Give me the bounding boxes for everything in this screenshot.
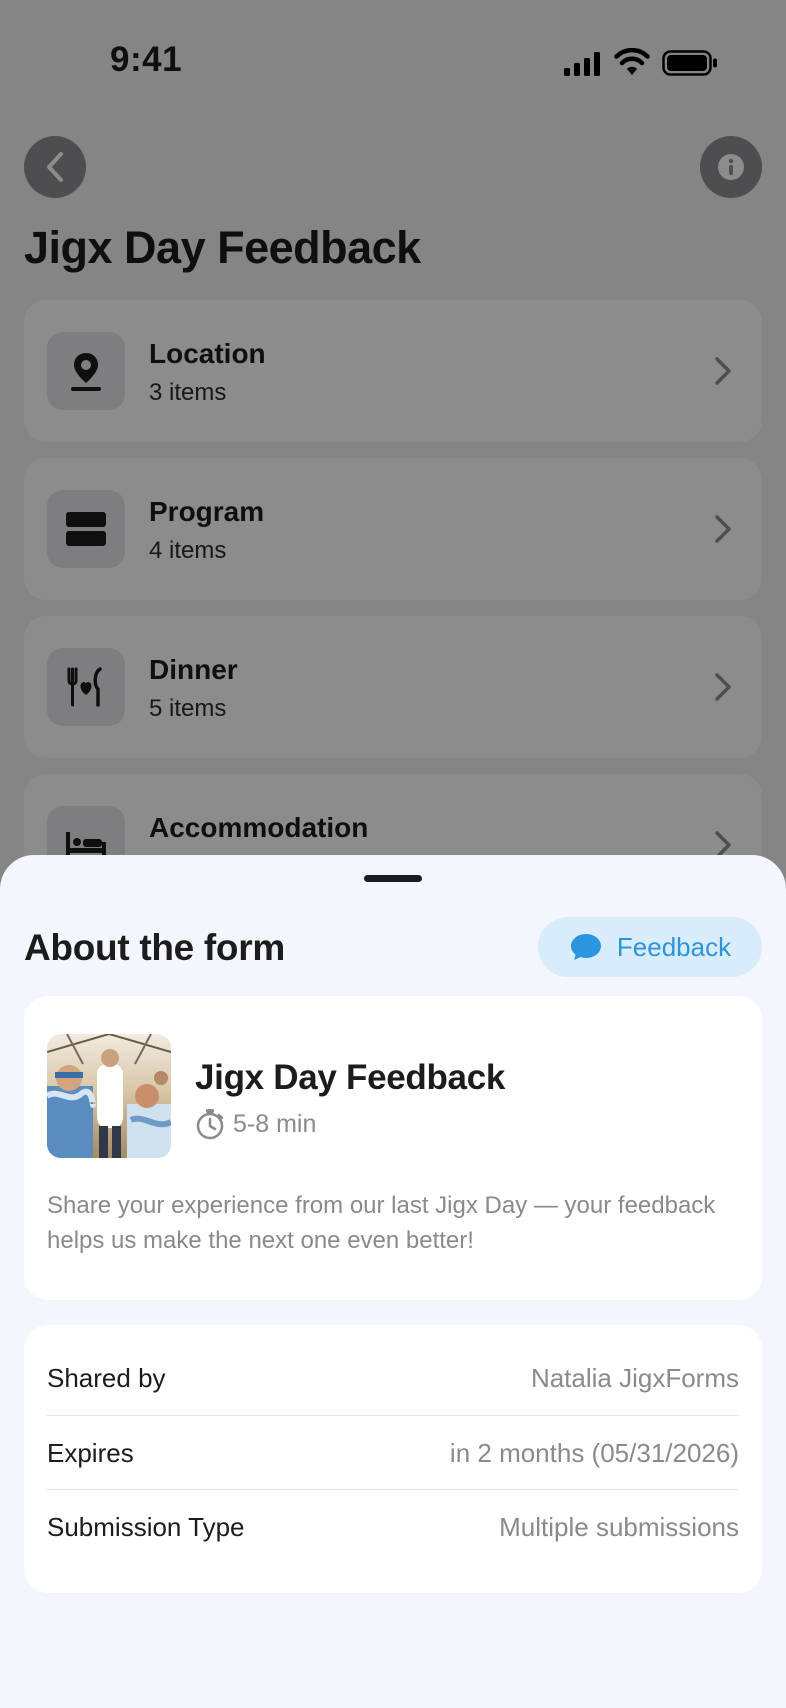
detail-value: Multiple submissions — [499, 1511, 739, 1542]
form-description: Share your experience from our last Jigx… — [47, 1192, 716, 1254]
sheet-title: About the form — [24, 927, 285, 968]
feedback-button[interactable]: Feedback — [538, 917, 762, 977]
detail-value: in 2 months (05/31/2026) — [449, 1437, 739, 1468]
speech-bubble-icon — [570, 934, 601, 960]
detail-label: Expires — [47, 1437, 134, 1468]
form-info-card: Jigx Day Feedback 5-8 min Share your exp… — [24, 996, 762, 1300]
stopwatch-icon — [196, 1109, 224, 1140]
sheet-grabber[interactable] — [364, 875, 422, 882]
form-duration-text: 5-8 min — [233, 1109, 317, 1138]
detail-label: Submission Type — [47, 1511, 245, 1542]
about-form-sheet: About the form Feedback Jigx Day Feedbac… — [0, 855, 786, 1708]
feedback-button-label: Feedback — [616, 931, 732, 962]
detail-row-expires: Expires in 2 months (05/31/2026) — [47, 1415, 739, 1490]
detail-row-shared-by: Shared by Natalia JigxForms — [47, 1341, 739, 1415]
detail-label: Shared by — [47, 1362, 166, 1393]
form-thumbnail — [47, 1034, 171, 1158]
form-name: Jigx Day Feedback — [195, 1058, 506, 1097]
detail-value: Natalia JigxForms — [530, 1362, 739, 1393]
form-details-card: Shared by Natalia JigxForms Expires in 2… — [24, 1325, 762, 1593]
form-duration: 5-8 min — [195, 1108, 316, 1140]
detail-row-submission-type: Submission Type Multiple submissions — [47, 1489, 739, 1564]
